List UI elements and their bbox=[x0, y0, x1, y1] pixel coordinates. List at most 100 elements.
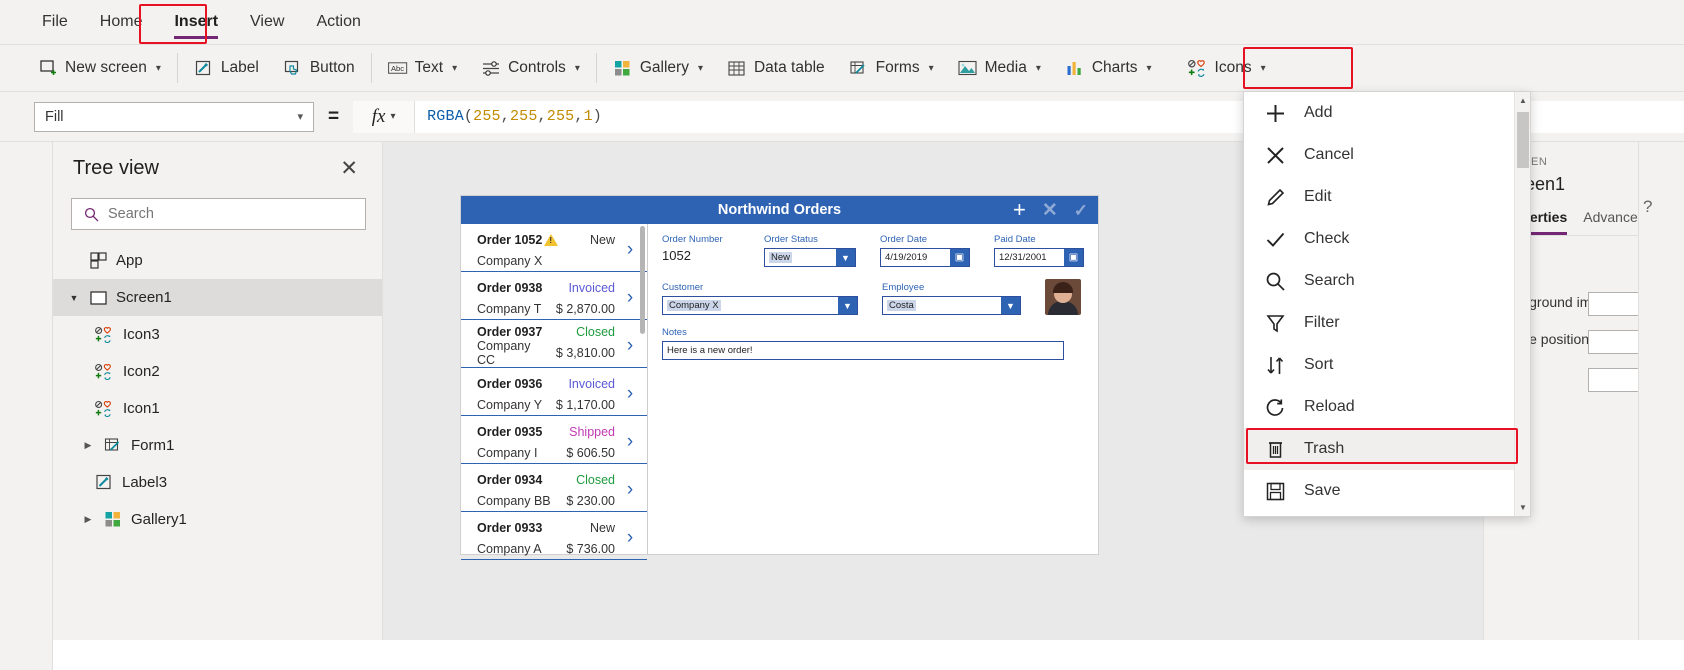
ribbon-gallery[interactable]: Gallery ▾ bbox=[601, 49, 715, 87]
menu-item-view[interactable]: View bbox=[236, 5, 298, 39]
tree-item-app[interactable]: App bbox=[53, 242, 382, 279]
gallery-row[interactable]: Order 0936 Invoiced Company Y $ 1,170.00… bbox=[461, 368, 647, 416]
chevron-down-icon[interactable]: ▼ bbox=[838, 297, 857, 314]
calendar-icon[interactable]: ▣ bbox=[1064, 249, 1083, 266]
ribbon-label: Controls bbox=[508, 59, 566, 76]
chevron-right-icon[interactable]: › bbox=[621, 335, 639, 357]
dropdown-item-label: Trash bbox=[1304, 440, 1345, 457]
gallery-row[interactable]: Order 0934 Closed Company BB $ 230.00 › bbox=[461, 464, 647, 512]
dropdown-item-edit[interactable]: Edit bbox=[1244, 176, 1514, 218]
check-icon[interactable]: ✓ bbox=[1074, 202, 1088, 219]
background-image-picker[interactable] bbox=[1588, 330, 1638, 354]
dropdown-item-save[interactable]: Save bbox=[1244, 470, 1514, 512]
order-status-dropdown[interactable]: New ▼ bbox=[764, 248, 856, 267]
tree-item-icon2[interactable]: Icon2 bbox=[53, 353, 382, 390]
dropdown-item-cancel[interactable]: Cancel bbox=[1244, 134, 1514, 176]
chevron-down-icon: ▾ bbox=[697, 62, 703, 74]
tree-item-gallery1[interactable]: ▶ Gallery1 bbox=[53, 501, 382, 538]
dropdown-item-sort[interactable]: Sort bbox=[1244, 344, 1514, 386]
ribbon-icons[interactable]: Icons ▾ bbox=[1176, 49, 1278, 87]
edit-icon bbox=[1262, 187, 1288, 208]
fill-color-swatch[interactable] bbox=[1588, 292, 1638, 316]
ribbon-new-screen[interactable]: New screen ▾ bbox=[26, 49, 173, 87]
gallery-row[interactable]: Order 0937 Closed Company CC $ 3,810.00 … bbox=[461, 320, 647, 368]
dropdown-item-check[interactable]: Check bbox=[1244, 218, 1514, 260]
expand-arrow-icon[interactable]: ▶ bbox=[81, 514, 95, 525]
chevron-right-icon[interactable]: › bbox=[621, 239, 639, 261]
ribbon-media[interactable]: Media ▾ bbox=[946, 49, 1053, 87]
menu-item-insert[interactable]: Insert bbox=[160, 5, 232, 39]
scroll-up-arrow-icon[interactable]: ▲ bbox=[1515, 92, 1531, 109]
cancel-icon[interactable]: ✕ bbox=[1042, 201, 1058, 220]
chevron-right-icon[interactable]: › bbox=[621, 383, 639, 405]
paid-date-input[interactable]: 12/31/2001 ▣ bbox=[994, 248, 1084, 267]
menu-item-action[interactable]: Action bbox=[302, 5, 374, 39]
search-input[interactable]: Search bbox=[71, 198, 366, 230]
gallery-row[interactable]: Order 0935 Shipped Company I $ 606.50 › bbox=[461, 416, 647, 464]
scroll-down-arrow-icon[interactable]: ▼ bbox=[1515, 499, 1531, 516]
icons-dropdown-menu[interactable]: Add Cancel Edit Check Search Filter Sort… bbox=[1243, 91, 1531, 517]
chevron-right-icon[interactable]: › bbox=[621, 287, 639, 309]
chevron-down-icon[interactable]: ▼ bbox=[836, 249, 855, 266]
tree-item-icon3[interactable]: Icon3 bbox=[53, 316, 382, 353]
dropdown-scrollbar[interactable]: ▲ ▼ bbox=[1514, 92, 1530, 516]
ribbon-label-btn[interactable]: Label bbox=[182, 49, 271, 87]
active-tab-underline bbox=[174, 36, 219, 39]
field-value: 4/19/2019 bbox=[885, 252, 928, 263]
ribbon-text[interactable]: Abc Text ▾ bbox=[376, 49, 469, 87]
plus-icon[interactable]: + bbox=[1013, 199, 1026, 221]
order-date-input[interactable]: 4/19/2019 ▣ bbox=[880, 248, 970, 267]
help-icon[interactable]: ? bbox=[1643, 197, 1652, 217]
dropdown-item-trash[interactable]: Trash bbox=[1244, 428, 1514, 470]
expand-arrow-icon[interactable]: ▼ bbox=[67, 293, 81, 303]
tree-item-label: Icon3 bbox=[123, 326, 160, 343]
chevron-right-icon[interactable]: › bbox=[621, 479, 639, 501]
expand-arrow-icon[interactable]: ▶ bbox=[81, 440, 95, 451]
orders-gallery[interactable]: Order 1052 New Company X › Order 0938 In… bbox=[461, 224, 648, 560]
ribbon-button-btn[interactable]: Button bbox=[271, 49, 367, 87]
dropdown-item-search[interactable]: Search bbox=[1244, 260, 1514, 302]
chevron-right-icon[interactable]: › bbox=[621, 527, 639, 549]
chevron-right-icon[interactable]: › bbox=[621, 431, 639, 453]
property-selector[interactable]: Fill ▾ bbox=[34, 101, 314, 132]
tab-advanced[interactable]: Advanced bbox=[1583, 209, 1638, 235]
ribbon-controls[interactable]: Controls ▾ bbox=[469, 49, 592, 87]
ribbon-label: Media bbox=[984, 59, 1027, 76]
image-position-picker[interactable] bbox=[1588, 368, 1638, 392]
charts-icon bbox=[1065, 58, 1085, 78]
formula-paren-open: ( bbox=[463, 108, 474, 125]
dropdown-item-reload[interactable]: Reload bbox=[1244, 386, 1514, 428]
tree-item-label3[interactable]: Label3 bbox=[53, 464, 382, 501]
field-value: 1052 bbox=[662, 248, 691, 263]
chevron-down-icon[interactable]: ▼ bbox=[1001, 297, 1020, 314]
ribbon-charts[interactable]: Charts ▾ bbox=[1053, 49, 1164, 87]
tree-item-screen1[interactable]: ▼ Screen1 bbox=[53, 279, 382, 316]
chevron-down-icon: ▾ bbox=[928, 62, 934, 74]
gallery-row[interactable]: Order 0938 Invoiced Company T $ 2,870.00… bbox=[461, 272, 647, 320]
notes-input[interactable]: Here is a new order! bbox=[662, 341, 1064, 360]
employee-dropdown[interactable]: Costa ▼ bbox=[882, 296, 1021, 315]
dropdown-item-filter[interactable]: Filter bbox=[1244, 302, 1514, 344]
avatar-body bbox=[1048, 301, 1078, 315]
gallery-row[interactable]: Order 0933 New Company A $ 736.00 › bbox=[461, 512, 647, 560]
employee-field: Employee Costa ▼ bbox=[882, 282, 1021, 315]
app-preview[interactable]: Northwind Orders + ✕ ✓ Order 1052 New Co… bbox=[461, 196, 1098, 560]
scrollbar-thumb[interactable] bbox=[1517, 112, 1529, 168]
gallery-scrollbar[interactable] bbox=[640, 226, 645, 334]
tree-item-icon1[interactable]: Icon1 bbox=[53, 390, 382, 427]
icons-icon bbox=[1187, 58, 1208, 78]
field-value: 12/31/2001 bbox=[999, 252, 1047, 263]
dropdown-item-add[interactable]: Add bbox=[1244, 92, 1514, 134]
ribbon-data-table[interactable]: Data table bbox=[715, 49, 837, 87]
gallery-row[interactable]: Order 1052 New Company X › bbox=[461, 224, 647, 272]
app-title: Northwind Orders bbox=[717, 202, 842, 218]
customer-dropdown[interactable]: Company X ▼ bbox=[662, 296, 858, 315]
tree-item-form1[interactable]: ▶ Form1 bbox=[53, 427, 382, 464]
ribbon-forms[interactable]: Forms ▾ bbox=[837, 49, 946, 87]
close-icon[interactable]: ✕ bbox=[340, 158, 358, 179]
formula-arg-3: 255 bbox=[546, 108, 575, 125]
menu-item-home[interactable]: Home bbox=[86, 5, 157, 39]
menu-item-file[interactable]: File bbox=[28, 5, 82, 39]
fx-button[interactable]: fx ▾ bbox=[353, 100, 416, 133]
calendar-icon[interactable]: ▣ bbox=[950, 249, 969, 266]
